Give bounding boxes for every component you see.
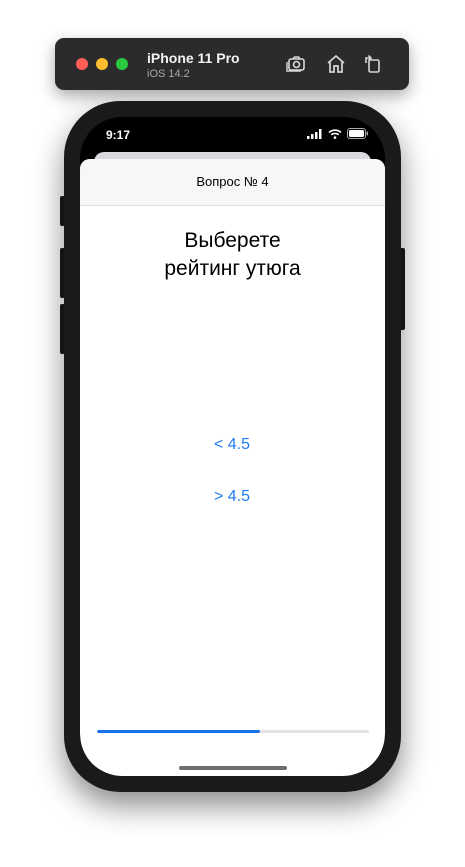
simulator-toolbar: iPhone 11 Pro iOS 14.2 <box>55 38 409 90</box>
os-version: iOS 14.2 <box>147 68 190 80</box>
wifi-icon <box>328 126 342 144</box>
status-icons <box>307 126 369 144</box>
device-screen: 9:17 Вопрос № 4 Выберете рейтинг утюга <… <box>80 117 385 776</box>
status-time: 9:17 <box>106 128 131 142</box>
notch <box>147 117 318 141</box>
navigation-bar: Вопрос № 4 <box>80 159 385 206</box>
zoom-window-button[interactable] <box>116 58 128 70</box>
answer-button-less[interactable]: < 4.5 <box>182 432 282 458</box>
rotate-icon[interactable] <box>361 52 385 76</box>
home-icon[interactable] <box>324 52 348 76</box>
close-window-button[interactable] <box>76 58 88 70</box>
question-text: Выберете рейтинг утюга <box>164 229 301 280</box>
nav-title: Вопрос № 4 <box>196 174 269 189</box>
progress-fill <box>97 730 261 733</box>
device-name: iPhone 11 Pro <box>147 50 240 66</box>
signal-icon <box>307 126 323 144</box>
progress-bar <box>97 730 369 733</box>
answer-button-greater[interactable]: > 4.5 <box>182 484 282 510</box>
battery-icon <box>347 126 369 144</box>
minimize-window-button[interactable] <box>96 58 108 70</box>
home-indicator[interactable] <box>179 766 287 770</box>
question-sheet: Вопрос № 4 Выберете рейтинг утюга < 4.5 … <box>80 159 385 776</box>
screenshot-icon[interactable] <box>285 52 309 76</box>
